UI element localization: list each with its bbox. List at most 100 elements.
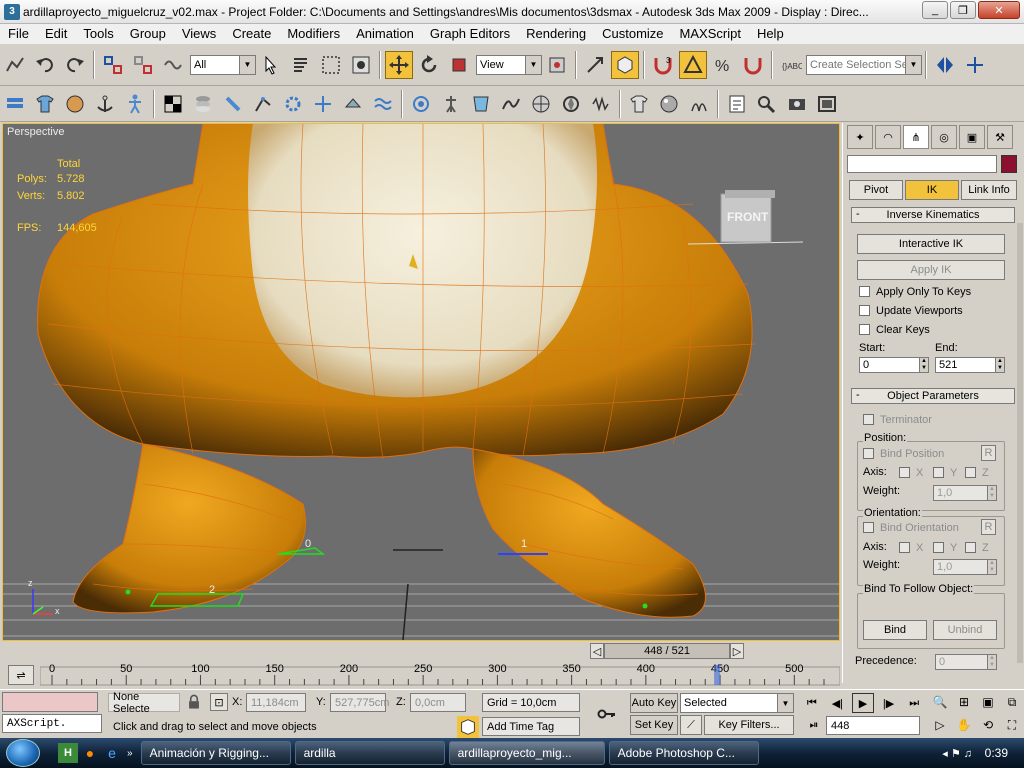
orientation-axis-z-checkbox[interactable]: Z xyxy=(965,538,989,557)
select-and-manipulate-icon[interactable] xyxy=(581,51,609,79)
key-mode-toggle-icon[interactable]: ⏯ xyxy=(803,715,825,735)
create-tab-icon[interactable]: ✦ xyxy=(847,125,873,149)
close-button[interactable]: ✕ xyxy=(978,1,1020,19)
undo-history-icon[interactable] xyxy=(1,51,29,79)
bind-orientation-checkbox[interactable]: Bind Orientation xyxy=(863,518,959,537)
start-spinner[interactable]: 0 ▲ ▼ xyxy=(859,357,929,373)
select-and-move-icon[interactable] xyxy=(385,50,413,79)
start-button[interactable] xyxy=(6,739,40,767)
time-slider[interactable]: 448 / 521 xyxy=(604,643,730,659)
percent-snap-icon[interactable]: % xyxy=(709,51,737,79)
undo-icon[interactable] xyxy=(31,51,59,79)
space-warp-icon[interactable] xyxy=(369,90,397,118)
modify-tab-icon[interactable]: ◠ xyxy=(875,125,901,149)
absolute-mode-icon[interactable]: ⊡ xyxy=(210,693,228,711)
select-by-name-icon[interactable] xyxy=(287,51,315,79)
zoom-extents-icon[interactable]: ▣ xyxy=(977,692,999,712)
auto-key-button[interactable]: Auto Key xyxy=(630,693,678,713)
menu-modifiers[interactable]: Modifiers xyxy=(279,24,348,44)
anchor-icon[interactable] xyxy=(91,90,119,118)
cloth-shirt-icon[interactable] xyxy=(625,90,653,118)
menu-animation[interactable]: Animation xyxy=(348,24,422,44)
hierarchy-tab-icon[interactable]: ⋔ xyxy=(903,125,929,149)
orientation-axis-y-checkbox[interactable]: Y xyxy=(933,538,957,557)
cloth-icon[interactable] xyxy=(467,90,495,118)
apply-ik-button[interactable]: Apply IK xyxy=(857,260,1005,280)
ball-icon[interactable] xyxy=(61,90,89,118)
tray-icons[interactable]: ◂ ⚑ ♫ xyxy=(942,747,972,760)
menu-group[interactable]: Group xyxy=(122,24,174,44)
quick-launch-app-icon[interactable]: H xyxy=(58,743,78,763)
prev-frame-button[interactable]: ◁ xyxy=(590,643,604,659)
current-frame-field[interactable]: 448 xyxy=(826,716,920,735)
set-key-button[interactable]: Set Key xyxy=(630,715,678,735)
rope-icon[interactable] xyxy=(497,90,525,118)
reference-coordinate-dropdown[interactable]: View ▼ xyxy=(476,54,542,75)
menu-tools[interactable]: Tools xyxy=(75,24,121,44)
select-and-rotate-icon[interactable] xyxy=(415,51,443,79)
field-of-view-icon[interactable]: ▷ xyxy=(929,715,951,735)
firefox-icon[interactable]: ● xyxy=(80,743,100,763)
go-to-start-icon[interactable]: ⏮ xyxy=(801,693,823,713)
select-object-icon[interactable] xyxy=(257,51,285,79)
key-mode-dropdown[interactable]: Selected ▼ xyxy=(680,693,794,713)
align-icon[interactable] xyxy=(961,51,989,79)
ik-tab[interactable]: IK xyxy=(905,180,959,200)
z-coordinate-field[interactable]: 0,0cm xyxy=(410,693,466,712)
position-axis-z-checkbox[interactable]: Z xyxy=(965,463,989,482)
window-crossing-icon[interactable] xyxy=(347,51,375,79)
terminator-checkbox[interactable]: Terminator xyxy=(863,410,932,429)
position-weight-spinner[interactable]: 1,0 ▲ ▼ xyxy=(933,485,997,501)
next-frame-button[interactable]: ▷ xyxy=(730,643,744,659)
orientation-weight-spinner[interactable]: 1,0 ▲ ▼ xyxy=(933,559,997,575)
next-frame-icon[interactable]: |▶ xyxy=(878,693,900,713)
motor-icon[interactable] xyxy=(557,90,585,118)
render-setup-icon[interactable] xyxy=(783,90,811,118)
zoom-all-icon[interactable]: ⊞ xyxy=(953,692,975,712)
maxscript-mini-input[interactable]: AXScript. xyxy=(2,714,102,733)
key-tangent-icon[interactable]: ⟋ xyxy=(680,715,702,735)
perspective-viewport[interactable]: Perspective Total Polys: 5.728 Verts: 5.… xyxy=(2,123,840,641)
shirt-icon[interactable] xyxy=(31,90,59,118)
pivot-center-icon[interactable] xyxy=(543,51,571,79)
dummy-icon[interactable] xyxy=(339,90,367,118)
biped-icon[interactable] xyxy=(121,90,149,118)
3dsmax-app-icon[interactable]: 3 xyxy=(4,3,20,20)
squirrel-mesh[interactable] xyxy=(37,124,756,618)
render-frame-icon[interactable] xyxy=(813,90,841,118)
unlink-selection-icon[interactable] xyxy=(129,51,157,79)
viewcube-face-label[interactable]: FRONT xyxy=(727,210,768,224)
reactor-icon[interactable] xyxy=(407,90,435,118)
y-coordinate-field[interactable]: 527,775cm xyxy=(330,693,389,712)
checker-icon[interactable] xyxy=(159,90,187,118)
current-frame-marker[interactable] xyxy=(714,665,721,685)
previous-frame-icon[interactable]: ◀| xyxy=(827,693,849,713)
ik-rollout-header[interactable]: - Inverse Kinematics xyxy=(851,207,1015,223)
spring-icon[interactable] xyxy=(587,90,615,118)
command-panel-scrollbar[interactable] xyxy=(1017,223,1023,663)
taskbar-item-folder[interactable]: ardilla xyxy=(294,741,445,765)
internet-explorer-icon[interactable]: e xyxy=(102,743,122,763)
menu-graph-editors[interactable]: Graph Editors xyxy=(422,24,518,44)
position-axis-y-checkbox[interactable]: Y xyxy=(933,463,957,482)
select-and-scale-icon[interactable] xyxy=(445,51,473,79)
fan-icon[interactable] xyxy=(527,90,555,118)
time-tag-icon[interactable] xyxy=(457,716,479,738)
orbit-icon[interactable]: ⟲ xyxy=(977,715,999,735)
helper-point-icon[interactable] xyxy=(309,90,337,118)
interactive-ik-button[interactable]: Interactive IK xyxy=(857,234,1005,254)
layer-manager-icon[interactable] xyxy=(1,90,29,118)
add-time-tag-button[interactable]: Add Time Tag xyxy=(482,717,580,736)
menu-rendering[interactable]: Rendering xyxy=(518,24,594,44)
timeline-ruler[interactable]: 050100150200250300350400450500 xyxy=(40,661,840,687)
x-coordinate-field[interactable]: 11,184cm xyxy=(246,693,306,712)
play-icon[interactable]: ▶ xyxy=(852,693,874,713)
object-parameters-rollout-header[interactable]: - Object Parameters xyxy=(851,388,1015,404)
object-color-swatch[interactable] xyxy=(1001,155,1017,173)
menu-help[interactable]: Help xyxy=(749,24,792,44)
link-info-tab[interactable]: Link Info xyxy=(961,180,1017,200)
lock-icon[interactable] xyxy=(184,691,204,713)
menu-maxscript[interactable]: MAXScript xyxy=(672,24,749,44)
motion-tab-icon[interactable]: ◎ xyxy=(931,125,957,149)
orientation-axis-x-checkbox[interactable]: X xyxy=(899,538,923,557)
